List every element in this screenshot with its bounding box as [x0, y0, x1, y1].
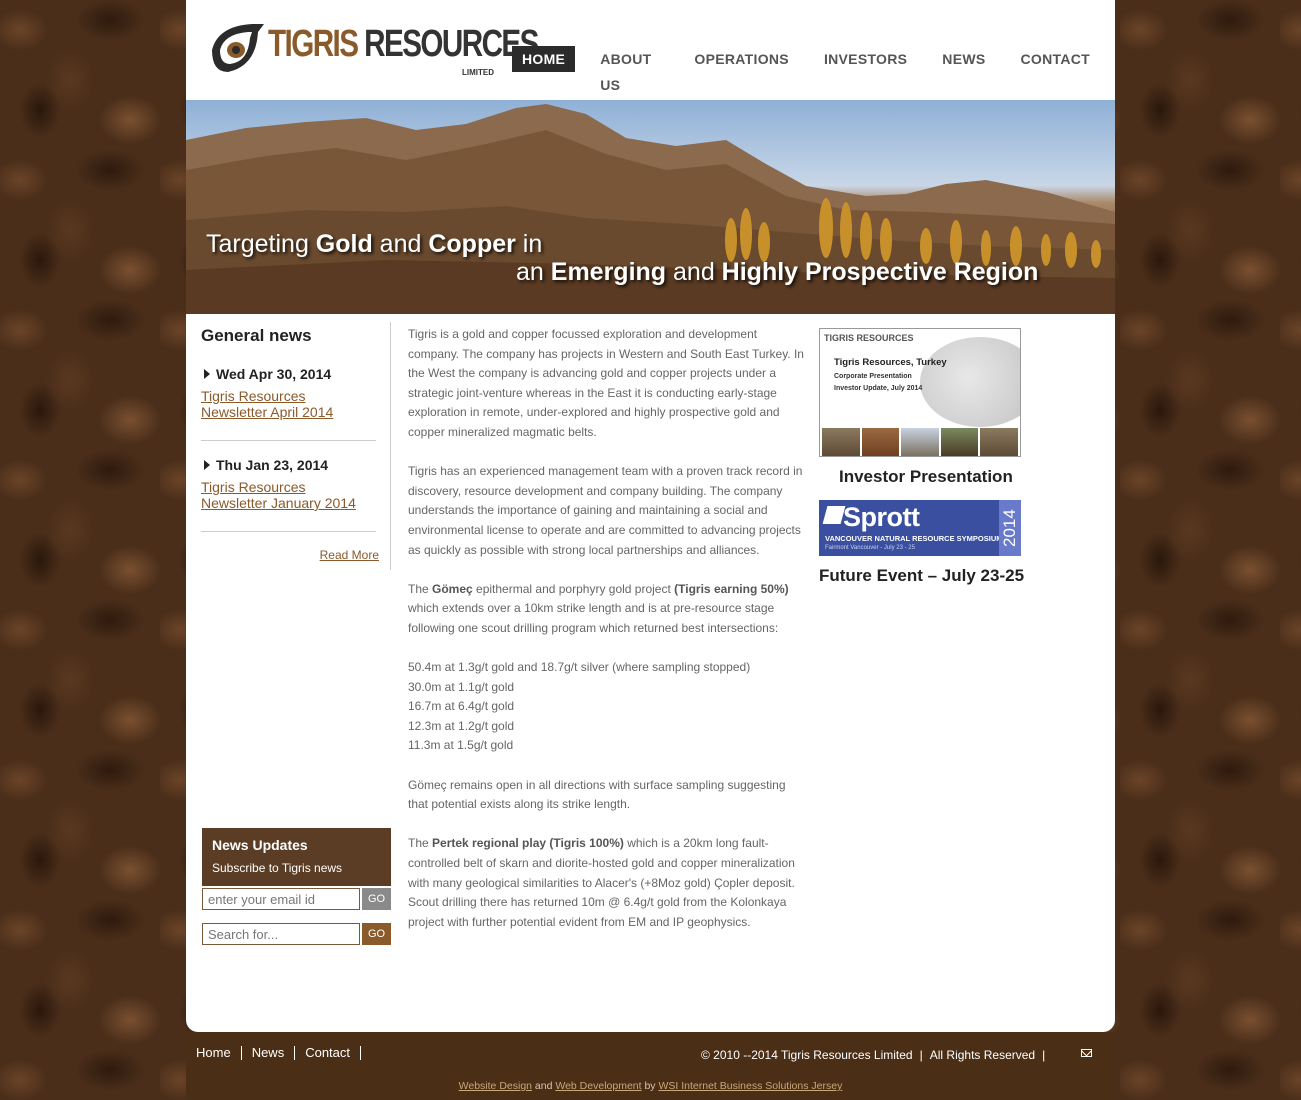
email-input[interactable] [202, 888, 360, 910]
intersections-list: 50.4m at 1.3g/t gold and 18.7g/t silver … [408, 660, 751, 753]
footer-link-contact[interactable]: Contact [295, 1046, 362, 1060]
site-logo[interactable]: TIGRIS RESOURCES LIMITED [208, 18, 539, 80]
main-nav: HOME ABOUT US OPERATIONS INVESTORS NEWS … [512, 46, 1115, 93]
copyright-text: © 2010 --2014 Tigris Resources Limited | A… [701, 1048, 1046, 1062]
sprott-event-name: VANCOUVER NATURAL RESOURCE SYMPOSIUM [825, 534, 1003, 543]
thumbnail-photo-strip [820, 428, 1020, 456]
sprott-event-banner[interactable]: Sprott VANCOUVER NATURAL RESOURCE SYMPOS… [819, 500, 1021, 556]
nav-about-us[interactable]: ABOUT US [590, 46, 669, 93]
news-updates-text: Subscribe to Tigris news [212, 861, 343, 875]
site-footer: Home News Contact © 2010 --2014 Tigris R… [186, 1032, 1115, 1100]
subscribe-form: GO [202, 888, 391, 910]
site-header: TIGRIS RESOURCES LIMITED HOME ABOUT US O… [186, 0, 1115, 100]
logo-subtitle: LIMITED [462, 68, 494, 77]
sprott-year: 2014 [999, 500, 1021, 556]
footer-nav: Home News Contact [196, 1046, 362, 1060]
nav-home[interactable]: HOME [512, 46, 576, 72]
news-updates-title: News Updates [212, 837, 308, 853]
news-link[interactable]: Tigris Resources Newsletter January 2014 [201, 479, 376, 511]
thumbnail-subtitle: Investor Update, July 2014 [834, 385, 923, 392]
subscribe-go-button[interactable]: GO [362, 888, 391, 910]
banner-tagline-line2: an Emerging and Highly Prospective Regio… [516, 258, 1039, 286]
banner-tagline-line1: Targeting Gold and Copper in [206, 230, 543, 258]
globe-image [920, 337, 1020, 427]
triangle-right-icon [204, 369, 210, 379]
web-development-link[interactable]: Web Development [555, 1080, 641, 1092]
triangle-right-icon [204, 460, 210, 470]
search-go-button[interactable]: GO [362, 923, 391, 945]
sprott-logo-text: Sprott [843, 502, 920, 532]
investor-presentation-thumbnail[interactable]: TIGRIS RESOURCES Tigris Resources, Turke… [819, 328, 1021, 457]
news-item: Thu Jan 23, 2014 Tigris Resources Newslet… [201, 457, 376, 532]
news-updates-box: News Updates Subscribe to Tigris news GO… [202, 828, 391, 945]
sprott-logo-icon [822, 506, 846, 524]
mail-icon[interactable] [1081, 1049, 1092, 1057]
wsi-link[interactable]: WSI Internet Business Solutions Jersey [658, 1080, 842, 1092]
investor-presentation-caption[interactable]: Investor Presentation [839, 467, 1049, 487]
column-divider [390, 322, 391, 570]
pertek-paragraph: The Pertek regional play (Tigris 100%) w… [408, 836, 795, 929]
nav-investors[interactable]: INVESTORS [814, 46, 917, 72]
general-news-panel: General news Wed Apr 30, 2014 Tigris Res… [201, 326, 391, 562]
news-item: Wed Apr 30, 2014 Tigris Resources Newslet… [201, 366, 376, 441]
thumbnail-title: Tigris Resources, Turkey [834, 357, 947, 368]
website-design-link[interactable]: Website Design [459, 1080, 532, 1092]
footer-credits: Website Design and Web Development by WS… [458, 1080, 843, 1092]
nav-operations[interactable]: OPERATIONS [684, 46, 799, 72]
search-form: GO [202, 923, 391, 945]
page-container: TIGRIS RESOURCES LIMITED HOME ABOUT US O… [186, 0, 1115, 1032]
read-more-link[interactable]: Read More [201, 548, 379, 562]
right-sidebar: TIGRIS RESOURCES Tigris Resources, Turke… [819, 328, 1049, 586]
gomec-open-paragraph: Gömeç remains open in all directions wit… [408, 777, 786, 812]
tigris-eye-icon [212, 24, 264, 72]
intro-paragraph: Tigris is a gold and copper focussed exp… [408, 327, 804, 439]
hero-banner: Targeting Gold and Copper in an Emerging… [186, 100, 1115, 314]
logo-wordmark: TIGRIS RESOURCES [268, 23, 539, 65]
gomec-paragraph: The Gömeç epithermal and porphyry gold p… [408, 581, 789, 635]
news-link[interactable]: Tigris Resources Newsletter April 2014 [201, 388, 376, 420]
sprott-event-venue: Fairmont Vancouver - July 23 - 25 [825, 545, 915, 551]
nav-news[interactable]: NEWS [932, 46, 995, 72]
news-date: Wed Apr 30, 2014 [201, 366, 376, 382]
news-date: Thu Jan 23, 2014 [201, 457, 376, 473]
news-updates-header: News Updates Subscribe to Tigris news [202, 828, 391, 886]
team-paragraph: Tigris has an experienced management tea… [408, 464, 803, 557]
future-event-caption[interactable]: Future Event – July 23-25 [819, 566, 1049, 586]
thumbnail-subtitle: Corporate Presentation [834, 373, 912, 380]
nav-contact[interactable]: CONTACT [1011, 46, 1101, 72]
footer-link-home[interactable]: Home [196, 1046, 242, 1060]
main-content: Tigris is a gold and copper focussed exp… [408, 325, 806, 952]
thumbnail-logo: TIGRIS RESOURCES [824, 333, 914, 343]
general-news-title: General news [201, 326, 312, 345]
search-input[interactable] [202, 923, 360, 945]
footer-link-news[interactable]: News [242, 1046, 296, 1060]
